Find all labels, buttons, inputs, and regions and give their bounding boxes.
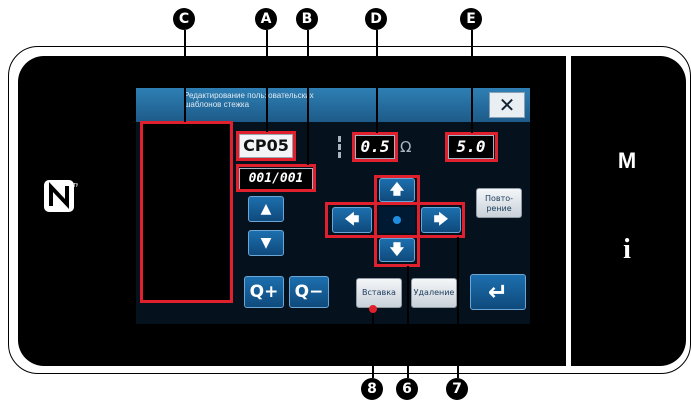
tension-highlight xyxy=(445,132,498,162)
scroll-up-button[interactable]: ▲ xyxy=(248,196,284,222)
callout-c-leader xyxy=(184,30,186,122)
callout-8: 8 xyxy=(361,378,383,400)
repeat-button[interactable]: Повто- рение xyxy=(476,188,522,218)
info-key[interactable]: i xyxy=(612,234,642,268)
callout-8-leader xyxy=(372,309,374,378)
counter-highlight xyxy=(236,164,316,192)
callout-d: D xyxy=(365,8,387,30)
callout-a: A xyxy=(255,8,277,30)
callout-7: 7 xyxy=(446,378,468,400)
callout-c: C xyxy=(173,8,195,30)
delete-button[interactable]: Удаление xyxy=(411,278,457,308)
dialog-title: Редактирование пользовательских шаблонов… xyxy=(184,91,314,109)
scroll-down-button[interactable]: ▼ xyxy=(248,230,284,256)
horizontal-pad-highlight xyxy=(325,202,465,238)
callout-d-leader xyxy=(376,30,378,133)
callout-e: E xyxy=(460,8,482,30)
callout-6: 6 xyxy=(396,378,418,400)
zoom-in-button[interactable]: Q+ xyxy=(244,276,284,308)
nfc-icon: TM xyxy=(44,180,78,212)
pattern-code-highlight xyxy=(236,131,296,161)
callout-6-leader xyxy=(407,266,409,378)
pitch-highlight xyxy=(352,132,398,162)
insert-button[interactable]: Вставка xyxy=(356,278,402,308)
enter-button[interactable]: ↵ xyxy=(470,274,526,310)
callout-7-leader xyxy=(457,237,459,378)
stitch-pitch-icon xyxy=(338,136,348,158)
pattern-preview-highlight xyxy=(140,121,233,303)
close-button[interactable]: ✕ xyxy=(489,92,525,118)
m-key[interactable]: M xyxy=(612,148,642,178)
callout-a-leader xyxy=(266,30,268,132)
zoom-out-button[interactable]: Q− xyxy=(289,276,329,308)
thread-tension-icon: Ω xyxy=(400,138,412,156)
callout-b-leader xyxy=(307,30,309,165)
insert-marker-dot xyxy=(369,305,377,313)
side-key-panel xyxy=(571,56,686,366)
svg-text:TM: TM xyxy=(72,183,78,189)
callout-e-leader xyxy=(471,30,473,133)
callout-b: B xyxy=(296,8,318,30)
